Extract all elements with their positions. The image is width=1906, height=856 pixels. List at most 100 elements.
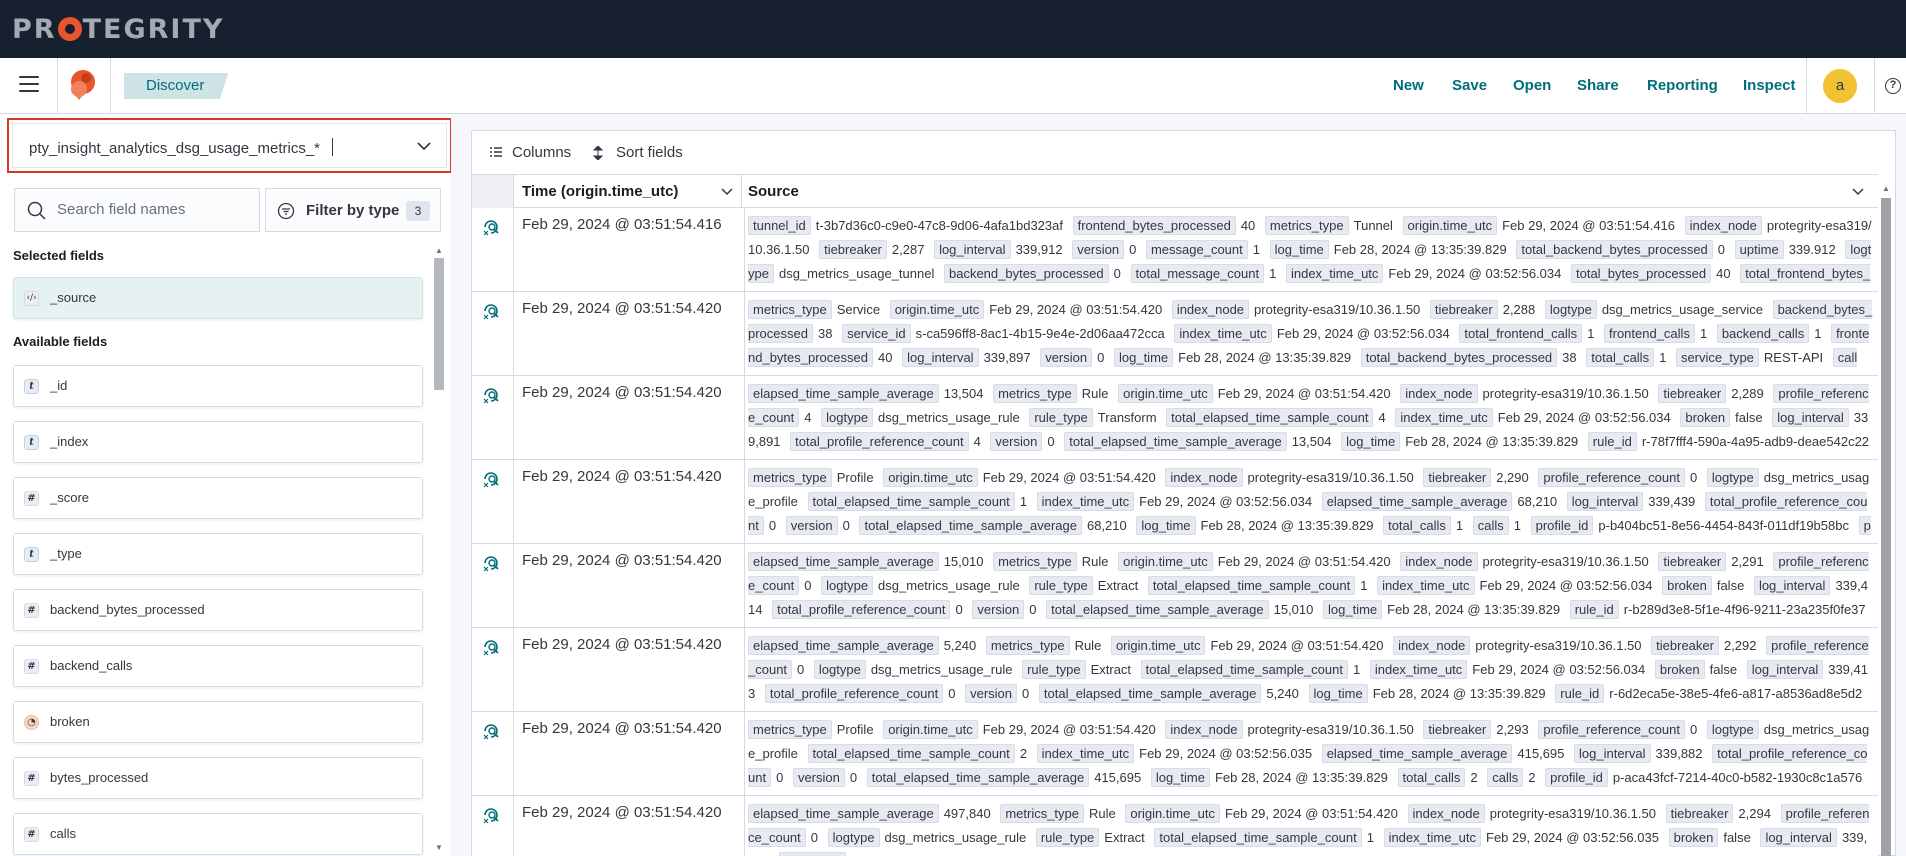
inspect-document-icon[interactable] xyxy=(482,638,502,658)
filter-label: Filter by type xyxy=(306,202,400,219)
field-item-source[interactable]: ‹/› _source xyxy=(13,277,423,319)
field-item[interactable]: # calls xyxy=(13,813,423,855)
table-row: Feb 29, 2024 @ 03:51:54.416 tunnel_id t-3b… xyxy=(472,208,1878,292)
help-icon[interactable]: ? xyxy=(1885,78,1901,94)
source-key-badge: profile_reference_count xyxy=(1538,468,1685,487)
source-key-badge: total_profile_reference_count xyxy=(790,432,969,451)
reporting-button[interactable]: Reporting xyxy=(1647,58,1718,114)
source-key-badge: total_elapsed_time_sample_average xyxy=(1064,432,1287,451)
protegrity-logo: PR TEGRITY xyxy=(12,14,225,45)
source-value: Feb 28, 2024 @ 13:35:39.829 xyxy=(1372,686,1546,701)
save-button[interactable]: Save xyxy=(1452,58,1487,114)
user-avatar[interactable]: a xyxy=(1823,69,1857,103)
source-value: dsg_metrics_usage_rule xyxy=(878,410,1020,425)
source-value: 1 xyxy=(1360,578,1368,593)
source-key-badge: total_elapsed_time_sample_count xyxy=(807,492,1015,511)
source-key-badge: service_id xyxy=(842,324,911,343)
source-key-badge: tiebreaker xyxy=(1658,384,1727,403)
inspect-document-icon[interactable] xyxy=(482,722,502,742)
row-gutter xyxy=(472,544,514,628)
row-gutter xyxy=(472,628,514,712)
sort-fields-label: Sort fields xyxy=(616,144,683,161)
source-value: 415,695 xyxy=(1094,770,1142,785)
breadcrumb-discover[interactable]: Discover xyxy=(124,73,229,99)
field-item[interactable]: t _index xyxy=(13,421,423,463)
source-value: Feb 28, 2024 @ 13:35:39.829 xyxy=(1405,434,1579,449)
source-value: 0 xyxy=(1717,242,1726,257)
inspect-document-icon[interactable] xyxy=(482,806,502,826)
source-value: 2,287 xyxy=(891,242,925,257)
index-pattern-selector[interactable]: pty_insight_analytics_dsg_usage_metrics_… xyxy=(12,123,447,168)
source-key-badge: version xyxy=(965,684,1018,703)
new-button[interactable]: New xyxy=(1393,58,1424,114)
inspect-button[interactable]: Inspect xyxy=(1743,58,1796,114)
table-scrollbar[interactable]: ▲ xyxy=(1880,184,1892,856)
app-header: Discover New Save Open Share Reporting I… xyxy=(0,58,1906,114)
source-key-badge: origin.time_utc xyxy=(889,300,985,319)
source-value: 0 xyxy=(842,518,850,533)
field-item[interactable]: t _type xyxy=(13,533,423,575)
scrollbar-thumb[interactable] xyxy=(434,258,444,390)
field-item[interactable]: # backend_bytes_processed xyxy=(13,589,423,631)
inspect-document-icon[interactable] xyxy=(482,470,502,490)
field-item[interactable]: # bytes_processed xyxy=(13,757,423,799)
columns-button[interactable]: Columns xyxy=(490,142,571,164)
scroll-down-icon[interactable]: ▼ xyxy=(435,843,443,852)
source-value: 339,882 xyxy=(1655,746,1703,761)
row-time: Feb 29, 2024 @ 03:51:54.420 xyxy=(522,468,722,485)
source-value: Feb 29, 2024 @ 03:52:56.034 xyxy=(1479,578,1653,593)
scrollbar-thumb[interactable] xyxy=(1881,198,1891,856)
source-value: 40 xyxy=(877,350,893,365)
source-value: 339,897 xyxy=(983,350,1031,365)
inspect-document-icon[interactable] xyxy=(482,386,502,406)
sort-fields-button[interactable]: Sort fields xyxy=(592,142,683,164)
row-gutter xyxy=(472,796,514,856)
source-value: 1 xyxy=(1366,830,1374,845)
field-item[interactable]: t _id xyxy=(13,365,423,407)
app-logo-icon[interactable] xyxy=(69,69,97,101)
table-row: Feb 29, 2024 @ 03:51:54.420 metrics_type P… xyxy=(472,460,1878,544)
source-key-badge: index_node xyxy=(1400,552,1478,571)
source-key-badge: origin.time_utc xyxy=(1402,216,1498,235)
scroll-up-icon[interactable]: ▲ xyxy=(435,246,443,255)
search-input[interactable] xyxy=(57,201,247,218)
source-value: protegrity-esa319/10.36.1.50 xyxy=(1482,386,1649,401)
source-key-badge: index_time_utc xyxy=(1174,324,1272,343)
source-key-badge: profile_id xyxy=(1545,768,1608,787)
share-button[interactable]: Share xyxy=(1577,58,1619,114)
field-item[interactable]: # backend_calls xyxy=(13,645,423,687)
source-key-badge: total_calls xyxy=(1397,768,1466,787)
chevron-down-icon[interactable] xyxy=(721,187,733,197)
menu-icon[interactable] xyxy=(19,76,39,94)
inspect-document-icon[interactable] xyxy=(482,218,502,238)
source-value: dsg_metrics_usage_service xyxy=(1601,302,1763,317)
inspect-document-icon[interactable] xyxy=(482,302,502,322)
source-key-badge: logtype xyxy=(1544,300,1597,319)
source-value: 339,439 xyxy=(1648,494,1696,509)
source-column-header[interactable]: Source xyxy=(748,183,799,200)
source-key-badge: index_node xyxy=(1165,468,1243,487)
source-value: 15,010 xyxy=(1273,602,1314,617)
source-value: Feb 29, 2024 @ 03:51:54.416 xyxy=(1502,218,1676,233)
time-column-header[interactable]: Time (origin.time_utc) xyxy=(522,183,678,200)
sidebar-scrollbar[interactable]: ▲ ▼ xyxy=(433,246,445,852)
source-value: 40 xyxy=(1240,218,1256,233)
source-key-badge: index_time_utc xyxy=(1377,576,1475,595)
chevron-down-icon[interactable] xyxy=(1852,187,1864,197)
field-item[interactable]: # _score xyxy=(13,477,423,519)
source-value: 0 xyxy=(948,686,956,701)
open-button[interactable]: Open xyxy=(1513,58,1551,114)
source-key-badge: total_profi xyxy=(779,852,847,856)
inspect-document-icon[interactable] xyxy=(482,554,502,574)
row-source: elapsed_time_sample_average 497,840 metri… xyxy=(748,802,1873,856)
source-key-badge: tiebreaker xyxy=(819,240,887,259)
row-gutter xyxy=(472,376,514,460)
source-value: Feb 28, 2024 @ 13:35:39.829 xyxy=(1333,242,1507,257)
field-item[interactable]: ◔ broken xyxy=(13,701,423,743)
filter-by-type-button[interactable]: Filter by type 3 xyxy=(265,188,441,232)
source-key-badge: broken xyxy=(1680,408,1731,427)
source-key-badge: log_interval xyxy=(934,240,1011,259)
chevron-down-icon[interactable] xyxy=(416,138,432,154)
scroll-up-icon[interactable]: ▲ xyxy=(1882,184,1890,193)
source-key-badge: index_time_utc xyxy=(1285,264,1384,283)
